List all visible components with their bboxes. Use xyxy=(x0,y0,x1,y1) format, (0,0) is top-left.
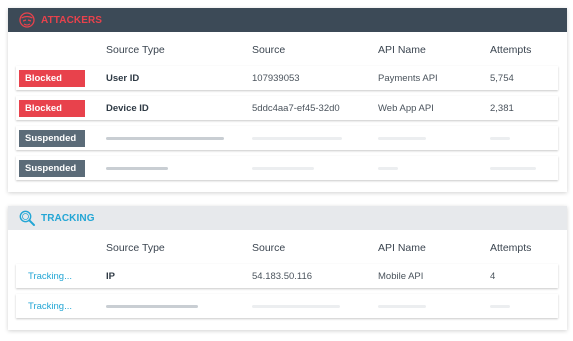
tracking-title: TRACKING xyxy=(41,212,95,224)
attempts-cell: 2,381 xyxy=(490,103,514,114)
column-header-source-type: Source Type xyxy=(106,242,165,254)
api-name-cell: Payments API xyxy=(378,73,438,84)
hacker-mask-icon xyxy=(18,11,36,29)
column-header-source-type: Source Type xyxy=(106,44,165,56)
status-badge-blocked: Blocked xyxy=(19,100,85,117)
placeholder-bar xyxy=(252,305,340,308)
placeholder-bar xyxy=(378,167,398,170)
column-header-api-name: API Name xyxy=(378,242,426,254)
source-type-cell: IP xyxy=(106,271,115,282)
source-cell: 5ddc4aa7-ef45-32d0 xyxy=(252,103,340,114)
placeholder-bar xyxy=(106,305,198,308)
attackers-panel: ATTACKERS Source Type Source API Name At… xyxy=(8,8,567,192)
table-row-placeholder[interactable]: Suspended xyxy=(16,126,558,150)
placeholder-bar xyxy=(490,167,536,170)
column-header-source: Source xyxy=(252,44,286,56)
attackers-title: ATTACKERS xyxy=(41,14,103,26)
tracking-header: TRACKING xyxy=(8,206,567,230)
placeholder-bar xyxy=(378,305,426,308)
placeholder-bar xyxy=(252,167,314,170)
attempts-cell: 4 xyxy=(490,271,496,282)
placeholder-bar xyxy=(490,305,510,308)
placeholder-bar xyxy=(106,137,224,140)
source-type-cell: Device ID xyxy=(106,103,149,114)
attackers-header: ATTACKERS xyxy=(8,8,567,32)
column-header-attempts: Attempts xyxy=(490,242,532,254)
column-header-api-name: API Name xyxy=(378,44,426,56)
magnifier-icon xyxy=(18,209,36,227)
source-cell: 107939053 xyxy=(252,73,300,84)
column-header-attempts: Attempts xyxy=(490,44,532,56)
attempts-cell: 5,754 xyxy=(490,73,514,84)
tracking-panel: TRACKING Source Type Source API Name Att… xyxy=(8,206,567,330)
column-header-source: Source xyxy=(252,242,286,254)
api-name-cell: Web App API xyxy=(378,103,434,114)
placeholder-bar xyxy=(378,137,426,140)
status-badge-suspended: Suspended xyxy=(19,130,85,147)
api-name-cell: Mobile API xyxy=(378,271,424,282)
table-row[interactable]: Blocked Device ID 5ddc4aa7-ef45-32d0 Web… xyxy=(16,96,558,120)
table-row[interactable]: Blocked User ID 107939053 Payments API 5… xyxy=(16,66,558,90)
source-type-cell: User ID xyxy=(106,73,140,84)
status-tracking: Tracking... xyxy=(28,301,72,312)
source-cell: 54.183.50.116 xyxy=(252,271,313,282)
table-row[interactable]: Tracking... IP 54.183.50.116 Mobile API … xyxy=(16,264,558,288)
status-badge-blocked: Blocked xyxy=(19,70,85,87)
placeholder-bar xyxy=(106,167,168,170)
status-badge-suspended: Suspended xyxy=(19,160,85,177)
status-tracking: Tracking... xyxy=(28,271,72,282)
placeholder-bar xyxy=(490,137,510,140)
placeholder-bar xyxy=(252,137,342,140)
table-row-placeholder[interactable]: Tracking... xyxy=(16,294,558,318)
table-row-placeholder[interactable]: Suspended xyxy=(16,156,558,180)
